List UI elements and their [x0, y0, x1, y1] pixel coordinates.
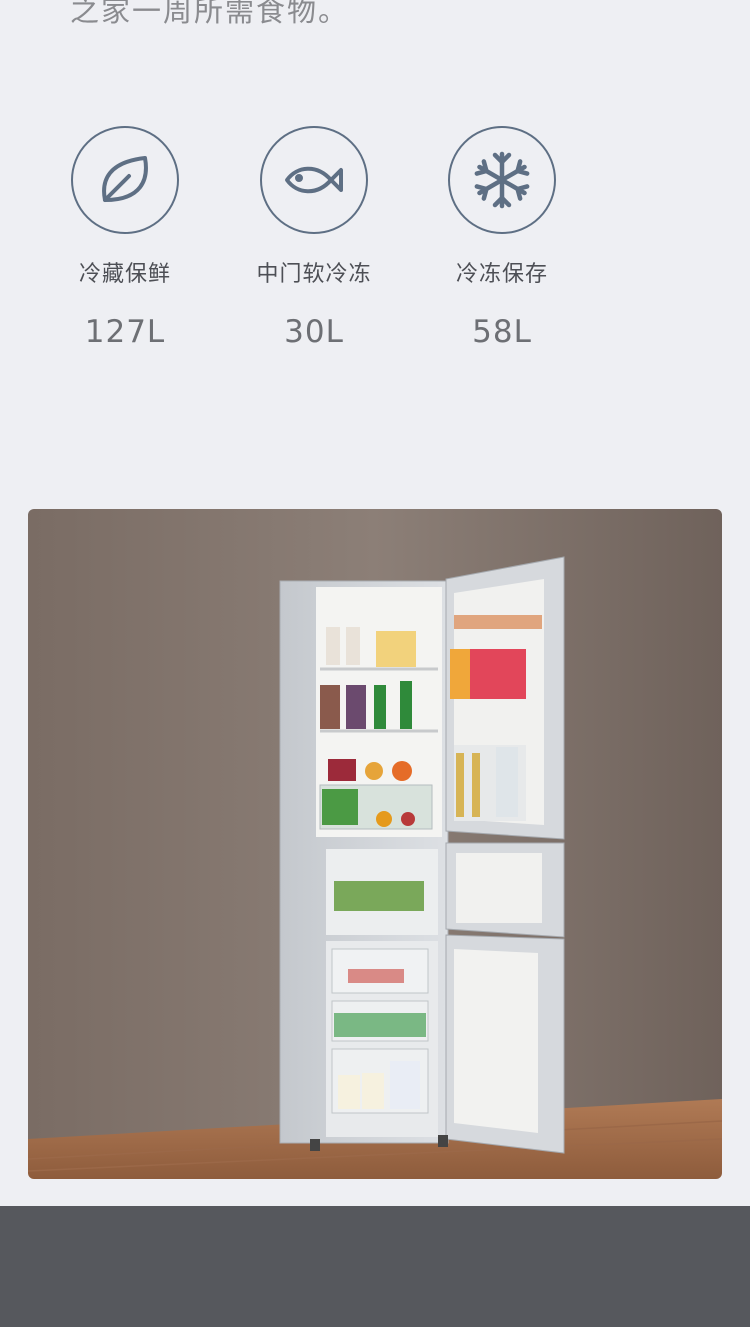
feature-label: 冷藏保鲜: [78, 262, 171, 287]
feature-soft-freeze: 中门软冷冻 30L: [234, 126, 394, 350]
feature-freeze: 冷冻保存 58L: [422, 126, 582, 350]
feature-capacity: 58L: [472, 314, 532, 350]
feature-capacity: 127L: [84, 314, 166, 350]
feature-refrigerate: 冷藏保鲜 127L: [45, 126, 205, 350]
feature-label: 中门软冷冻: [256, 262, 372, 287]
intro-text: 之家一周所需食物。: [70, 0, 350, 28]
snowflake-icon: [448, 126, 556, 234]
feature-capacity: 30L: [284, 314, 344, 350]
footer-bar: [0, 1206, 750, 1327]
feature-label: 冷冻保存: [455, 262, 548, 287]
leaf-icon: [71, 126, 179, 234]
fish-icon: [260, 126, 368, 234]
refrigerator-photo: [28, 509, 722, 1179]
